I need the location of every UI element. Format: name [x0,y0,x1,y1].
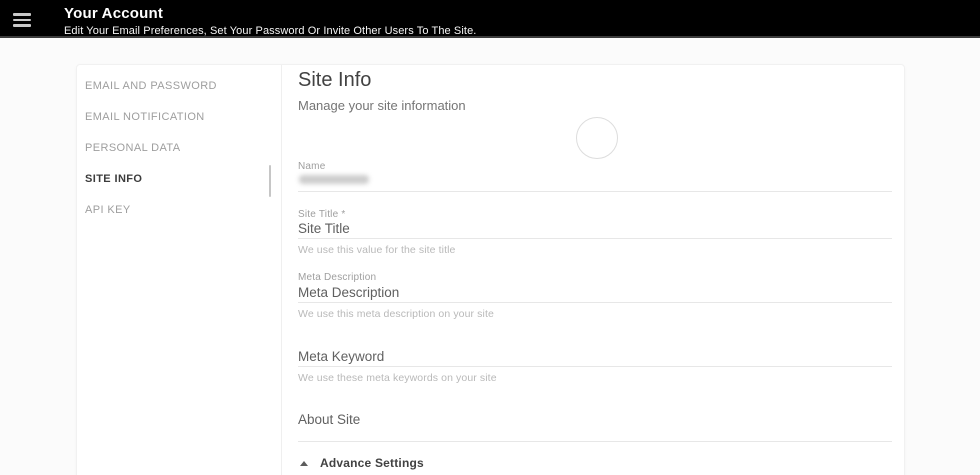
name-value-redacted [299,175,369,184]
meta-description-input[interactable] [298,283,892,301]
advance-settings-toggle[interactable]: Advance Settings [298,454,424,472]
sidebar-item-site-info[interactable]: SITE INFO [77,164,281,195]
section-title: Site Info [298,69,372,91]
section-subtitle: Manage your site information [298,98,466,113]
account-card: EMAIL AND PASSWORD EMAIL NOTIFICATION PE… [76,64,905,475]
field-underline [298,302,892,303]
site-info-panel: Site Info Manage your site information N… [298,65,892,475]
sidebar-divider [281,65,282,475]
page: Your Account Edit Your Email Preferences… [0,0,980,475]
about-site-input[interactable] [298,410,892,428]
circle-logo-placeholder[interactable] [576,117,618,159]
site-title-helper: We use this value for the site title [298,244,456,256]
hamburger-icon[interactable] [13,13,31,27]
name-label: Name [298,161,326,172]
field-underline [298,191,892,192]
settings-nav: EMAIL AND PASSWORD EMAIL NOTIFICATION PE… [77,65,281,475]
field-underline [298,441,892,442]
meta-keyword-input[interactable] [298,347,892,365]
meta-keyword-helper: We use these meta keywords on your site [298,372,497,384]
sidebar-item-api-key[interactable]: API KEY [77,195,281,226]
meta-description-helper: We use this meta description on your sit… [298,308,494,320]
advance-settings-label: Advance Settings [320,456,424,470]
field-underline [298,366,892,367]
page-subtitle: Edit Your Email Preferences, Set Your Pa… [64,25,477,37]
sidebar-scrollbar[interactable] [269,165,271,197]
sidebar-item-email-notification[interactable]: EMAIL NOTIFICATION [77,102,281,133]
page-title: Your Account [64,5,164,22]
meta-description-label: Meta Description [298,272,377,283]
sidebar-item-email-and-password[interactable]: EMAIL AND PASSWORD [77,71,281,102]
caret-up-icon [300,460,308,466]
app-header: Your Account Edit Your Email Preferences… [0,0,980,38]
field-underline [298,238,892,239]
sidebar-item-personal-data[interactable]: PERSONAL DATA [77,133,281,164]
site-title-input[interactable] [298,219,892,237]
